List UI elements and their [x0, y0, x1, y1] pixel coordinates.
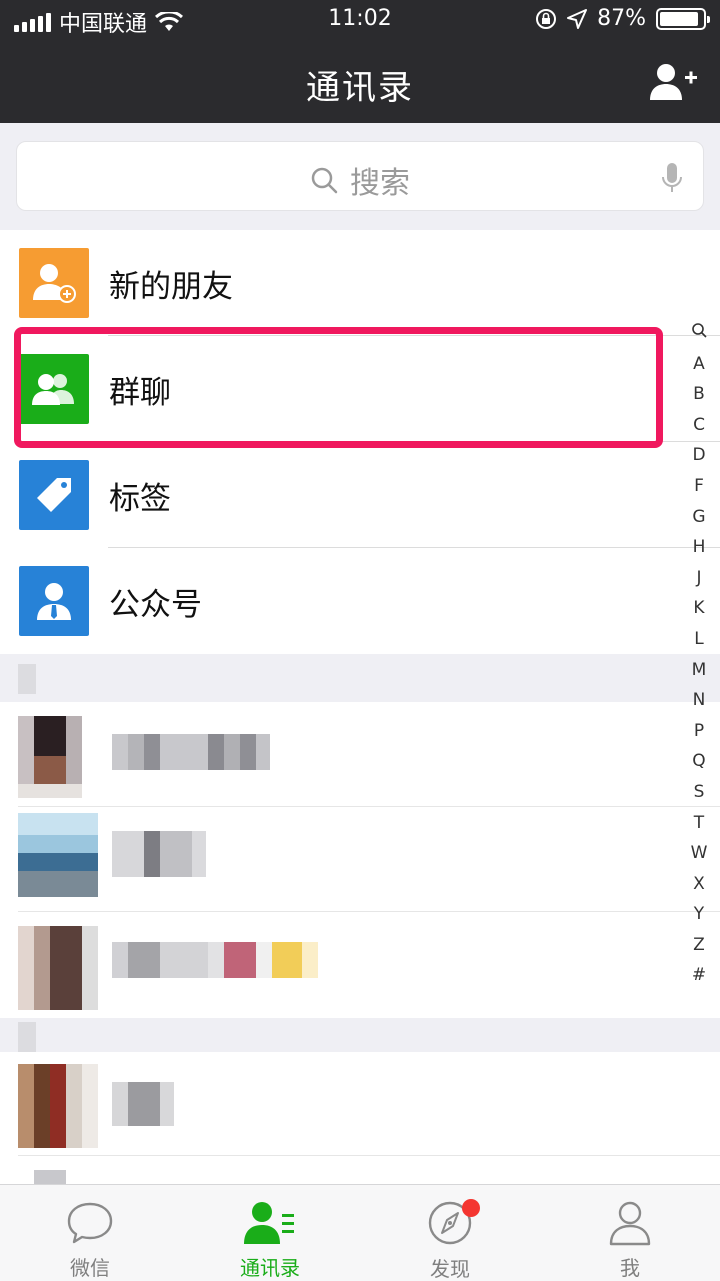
index-letter[interactable]: P — [694, 716, 704, 747]
battery-icon — [656, 7, 710, 30]
tab-label: 发现 — [430, 1257, 470, 1281]
index-letter[interactable]: X — [693, 869, 705, 900]
highlight-box — [14, 327, 663, 448]
section-header — [0, 654, 720, 702]
menu-item-label: 标签 — [109, 480, 171, 517]
index-letter[interactable]: B — [693, 379, 705, 410]
index-letter[interactable]: # — [692, 960, 706, 991]
index-letter[interactable]: Q — [692, 746, 705, 777]
avatar — [18, 813, 98, 897]
tab-discover[interactable]: 发现 — [360, 1185, 540, 1281]
official-account-icon — [19, 566, 89, 636]
search-placeholder: 搜索 — [350, 166, 410, 201]
menu-item-label: 公众号 — [109, 586, 202, 623]
avatar — [18, 1064, 98, 1148]
rotation-lock-icon — [536, 8, 557, 29]
microphone-icon[interactable] — [661, 162, 683, 194]
page-title: 通讯录 — [306, 68, 414, 108]
menu-item-tags[interactable]: 标签 — [0, 442, 720, 548]
menu-item-label: 新的朋友 — [109, 268, 233, 305]
index-letter[interactable]: Y — [694, 899, 704, 930]
list-item[interactable] — [0, 912, 720, 1018]
search-icon — [311, 167, 338, 194]
tab-bar: 微信 通讯录 发现 我 — [0, 1184, 720, 1281]
index-letter[interactable]: D — [692, 440, 705, 471]
index-letter[interactable]: J — [696, 563, 701, 594]
search-area: 搜索 — [0, 123, 720, 231]
index-letter[interactable]: G — [692, 502, 705, 533]
tab-label: 我 — [620, 1256, 640, 1280]
list-item[interactable] — [0, 702, 720, 807]
chat-bubble-icon — [67, 1202, 113, 1243]
new-friend-icon — [19, 248, 89, 318]
index-letter[interactable]: M — [692, 655, 707, 686]
index-letter[interactable]: T — [694, 808, 704, 839]
contact-list — [0, 1052, 720, 1184]
profile-icon — [609, 1201, 651, 1245]
index-letter[interactable]: A — [693, 349, 705, 380]
contact-list — [0, 702, 720, 1018]
search-input[interactable]: 搜索 — [16, 141, 704, 211]
avatar — [18, 926, 98, 1010]
status-bar: 中国联通 11:02 87% — [0, 0, 720, 40]
tab-label: 通讯录 — [240, 1256, 300, 1280]
list-item[interactable] — [0, 807, 720, 912]
nav-bar: 通讯录 — [0, 40, 720, 123]
index-letter[interactable]: W — [691, 838, 708, 869]
index-search-icon[interactable] — [691, 318, 707, 349]
alphabet-index[interactable]: A B C D F G H J K L M N P Q S T W X Y Z … — [686, 318, 712, 991]
index-letter[interactable]: L — [694, 624, 703, 655]
tab-me[interactable]: 我 — [540, 1185, 720, 1281]
notification-badge — [462, 1199, 480, 1217]
tab-label: 微信 — [70, 1256, 110, 1280]
index-letter[interactable]: N — [693, 685, 706, 716]
tag-icon — [19, 460, 89, 530]
index-letter[interactable]: H — [693, 532, 706, 563]
battery-percent: 87% — [597, 6, 646, 31]
tab-contacts[interactable]: 通讯录 — [180, 1185, 360, 1281]
index-letter[interactable]: F — [694, 471, 704, 502]
list-item[interactable] — [0, 1052, 720, 1156]
add-friend-icon[interactable] — [650, 62, 698, 102]
index-letter[interactable]: C — [693, 410, 705, 441]
menu-item-new-friends[interactable]: 新的朋友 — [0, 230, 720, 336]
tab-chats[interactable]: 微信 — [0, 1185, 180, 1281]
index-letter[interactable]: S — [694, 777, 705, 808]
menu-item-official-accounts[interactable]: 公众号 — [0, 548, 720, 654]
index-letter[interactable]: Z — [693, 930, 705, 961]
index-letter[interactable]: K — [693, 593, 704, 624]
location-icon — [567, 8, 588, 29]
contacts-icon — [244, 1201, 294, 1244]
